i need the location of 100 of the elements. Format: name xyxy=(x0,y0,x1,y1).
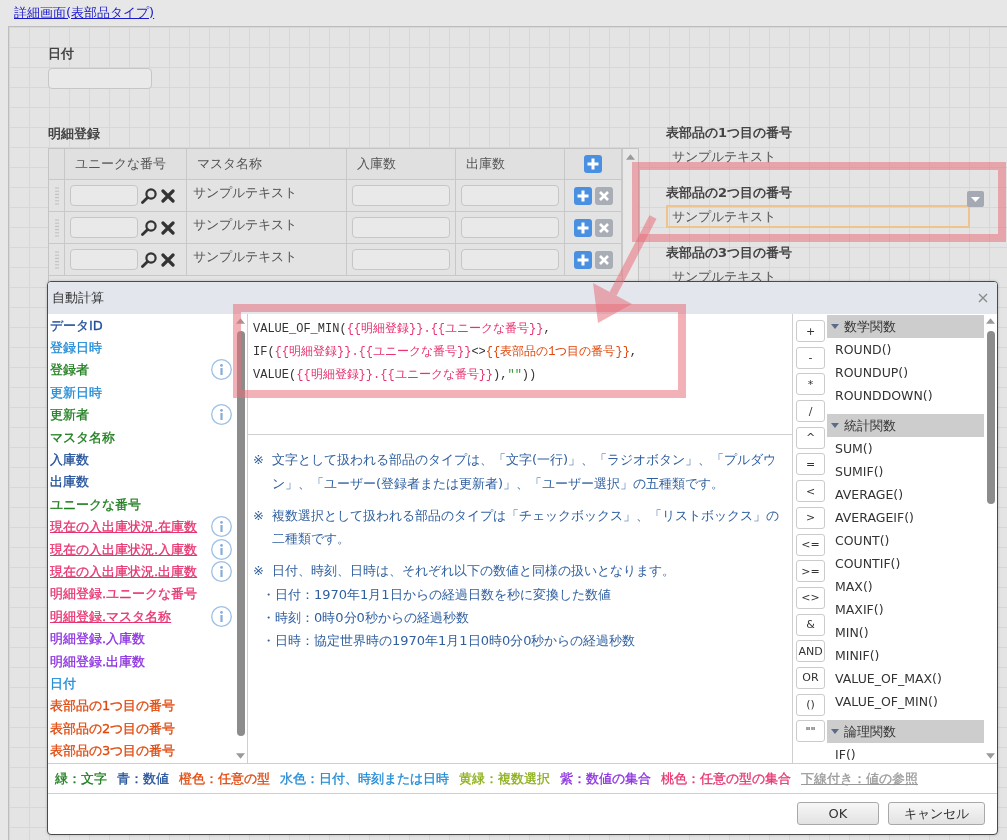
operator-button[interactable]: < xyxy=(796,480,825,503)
function-item[interactable]: ROUNDUP() xyxy=(827,361,984,384)
field-item[interactable]: 出庫数 xyxy=(50,473,89,491)
function-item[interactable]: AVERAGE() xyxy=(827,483,984,506)
field-item[interactable]: 更新者 xyxy=(50,406,89,424)
function-item[interactable]: MAX() xyxy=(827,575,984,598)
function-item[interactable]: ROUND() xyxy=(827,338,984,361)
operator-button[interactable]: * xyxy=(796,373,825,396)
function-item[interactable]: SUMIF() xyxy=(827,460,984,483)
function-group-header[interactable]: 論理関数 xyxy=(827,720,984,743)
search-icon[interactable] xyxy=(141,187,157,204)
formula-editor[interactable]: VALUE_OF_MIN({{明細登録}}.{{ユニークな番号}}, IF({{明細登録}}.{{ユニークな番号}}<>{{表部品の1つ目の番号}}, VALUE({{明細登録}}.{{ユニークな番号}}),"")) xyxy=(248,314,792,435)
cross-icon[interactable] xyxy=(161,220,175,235)
field-item[interactable]: 明細登録.入庫数 xyxy=(50,630,146,648)
field-item[interactable]: マスタ名称 xyxy=(50,428,115,446)
operator-button[interactable]: + xyxy=(796,320,825,342)
function-group-header[interactable]: 統計関数 xyxy=(827,414,984,437)
plus-icon[interactable] xyxy=(573,250,592,269)
cancel-button[interactable]: キャンセル xyxy=(888,802,985,825)
operator-button[interactable]: () xyxy=(796,693,825,716)
field-item[interactable]: 更新日時 xyxy=(50,383,102,401)
field-item[interactable]: 現在の入出庫状況.出庫数 xyxy=(50,563,198,580)
number-input[interactable] xyxy=(461,185,559,206)
text-input[interactable] xyxy=(70,249,138,270)
info-icon[interactable] xyxy=(211,538,232,560)
cross-icon[interactable] xyxy=(161,188,175,203)
text-input[interactable] xyxy=(70,217,138,238)
function-item[interactable]: MAXIF() xyxy=(827,598,984,621)
delete-icon[interactable] xyxy=(594,250,613,269)
ok-button[interactable]: OK xyxy=(797,802,879,825)
function-group-header[interactable]: 数学関数 xyxy=(827,315,984,338)
number-input[interactable] xyxy=(352,217,450,238)
plus-icon[interactable] xyxy=(573,218,592,237)
field-item[interactable]: 明細登録.マスタ名称 xyxy=(50,607,172,625)
info-icon[interactable] xyxy=(211,359,232,381)
search-icon[interactable] xyxy=(141,219,157,236)
operator-button[interactable]: & xyxy=(796,613,825,636)
scroll-down-icon[interactable] xyxy=(236,753,245,759)
field-item[interactable]: 表部品の1つ目の番号 xyxy=(50,697,176,715)
operator-button[interactable]: ^ xyxy=(796,426,825,449)
info-icon[interactable] xyxy=(211,561,232,582)
delete-icon[interactable] xyxy=(594,186,613,205)
field-item[interactable]: 日付 xyxy=(50,674,76,692)
field-item[interactable]: 登録日時 xyxy=(50,339,102,357)
scrollbar-thumb[interactable] xyxy=(986,331,995,504)
scroll-down-icon[interactable] xyxy=(986,753,995,759)
field-value[interactable]: サンプルテキスト xyxy=(666,205,970,228)
info-icon[interactable] xyxy=(211,605,232,627)
number-input[interactable] xyxy=(352,249,450,270)
page-title-link[interactable]: 詳細画面(表部品タイプ) xyxy=(14,4,155,22)
info-icon[interactable] xyxy=(211,516,232,538)
operator-button[interactable]: OR xyxy=(796,666,825,689)
field-value[interactable]: サンプルテキスト xyxy=(666,145,970,168)
scroll-up-icon[interactable] xyxy=(986,318,995,324)
function-item[interactable]: COUNTIF() xyxy=(827,552,984,575)
operator-button[interactable]: - xyxy=(796,346,825,369)
field-item[interactable]: 明細登録.ユニークな番号 xyxy=(50,585,198,603)
field-item[interactable]: 登録者 xyxy=(50,361,89,379)
drag-handle-icon[interactable] xyxy=(54,186,59,205)
cross-icon[interactable] xyxy=(161,252,175,267)
number-input[interactable] xyxy=(461,249,559,270)
search-icon[interactable] xyxy=(141,251,157,268)
operator-button[interactable]: <> xyxy=(796,586,825,609)
function-item[interactable]: AVERAGEIF() xyxy=(827,506,984,529)
function-item[interactable]: COUNT() xyxy=(827,529,984,552)
field-item[interactable]: ユニークな番号 xyxy=(50,495,141,513)
date-input[interactable] xyxy=(48,68,152,89)
scroll-up-icon[interactable] xyxy=(236,318,245,324)
function-item[interactable]: MIN() xyxy=(827,621,984,644)
function-item[interactable]: ROUNDDOWN() xyxy=(827,384,984,407)
field-item[interactable]: データID xyxy=(50,316,103,334)
delete-icon[interactable] xyxy=(594,218,613,237)
function-item[interactable]: MINIF() xyxy=(827,644,984,667)
field-item[interactable]: 現在の入出庫状況.在庫数 xyxy=(50,518,198,536)
close-icon[interactable] xyxy=(978,293,988,303)
field-item[interactable]: 明細登録.出庫数 xyxy=(50,652,146,670)
operator-button[interactable]: AND xyxy=(796,640,825,663)
operator-button[interactable]: / xyxy=(796,400,825,423)
operator-button[interactable]: > xyxy=(796,506,825,529)
number-input[interactable] xyxy=(461,217,559,238)
operator-button[interactable]: "" xyxy=(796,720,825,743)
function-item[interactable]: SUM() xyxy=(827,437,984,460)
number-input[interactable] xyxy=(352,185,450,206)
field-item[interactable]: 表部品の3つ目の番号 xyxy=(50,742,176,760)
drag-handle-icon[interactable] xyxy=(54,218,59,237)
function-item[interactable]: VALUE_OF_MAX() xyxy=(827,667,984,690)
dropdown-button[interactable] xyxy=(967,191,984,207)
drag-handle-icon[interactable] xyxy=(54,250,59,269)
operator-button[interactable]: <= xyxy=(796,533,825,556)
scroll-up-icon[interactable] xyxy=(626,154,635,160)
field-item[interactable]: 入庫数 xyxy=(50,451,89,469)
scrollbar-thumb[interactable] xyxy=(236,331,245,736)
plus-icon[interactable] xyxy=(573,186,592,205)
field-item[interactable]: 表部品の2つ目の番号 xyxy=(50,719,176,737)
operator-button[interactable]: = xyxy=(796,453,825,476)
operator-button[interactable]: >= xyxy=(796,560,825,583)
plus-icon[interactable] xyxy=(584,155,602,173)
function-item[interactable]: VALUE_OF_MIN() xyxy=(827,690,984,713)
info-icon[interactable] xyxy=(211,404,232,426)
field-item[interactable]: 現在の入出庫状況.入庫数 xyxy=(50,540,198,558)
